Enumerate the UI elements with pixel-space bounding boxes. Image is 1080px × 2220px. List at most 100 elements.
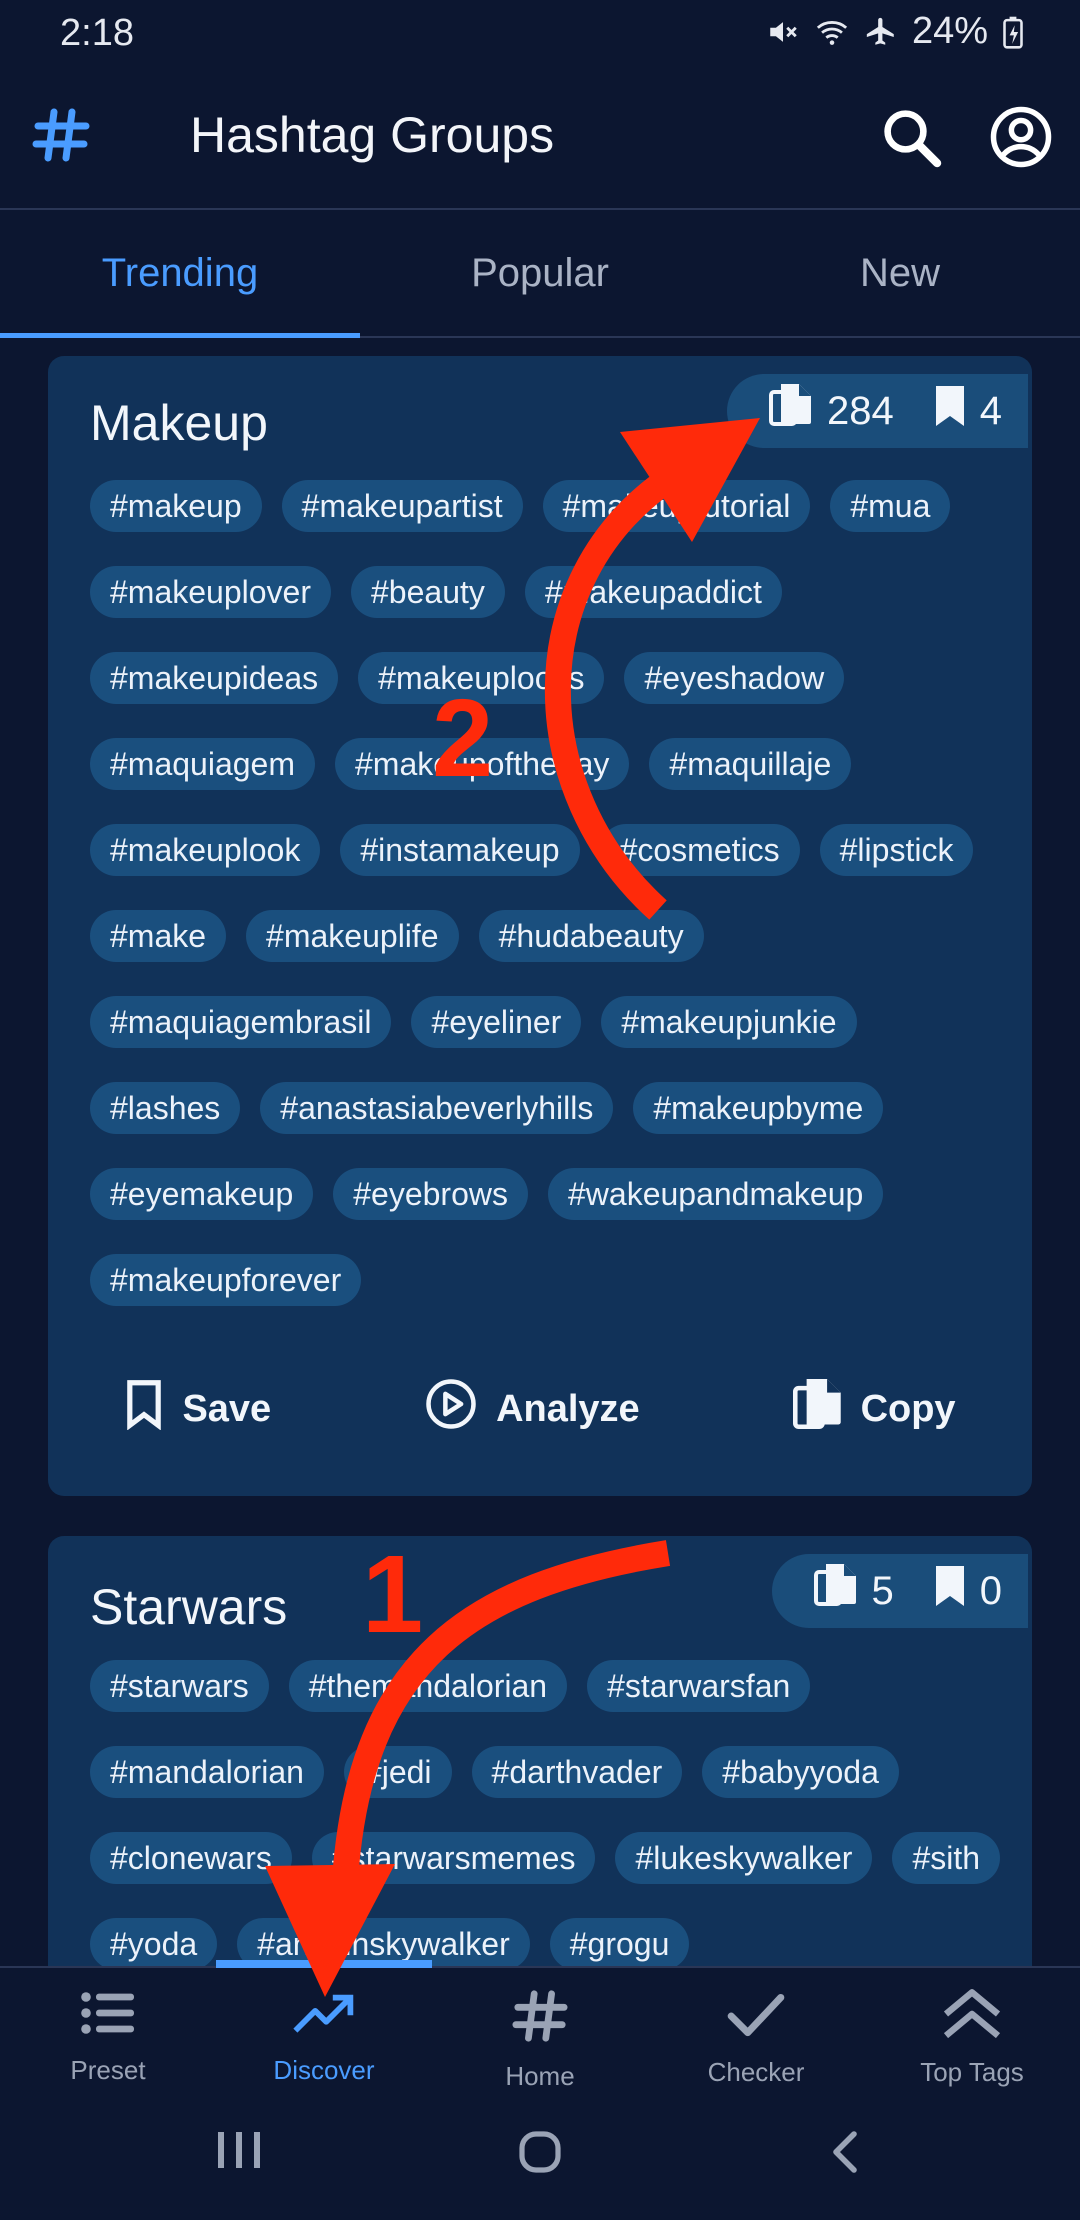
tab-popular[interactable]: Popular — [360, 210, 720, 336]
save-count: 0 — [979, 1568, 1002, 1613]
system-nav-bar — [0, 2090, 1080, 2220]
app-bar: Hashtag Groups — [0, 64, 1080, 210]
group-title: Makeup — [90, 395, 268, 451]
battery-icon — [1002, 15, 1024, 49]
play-circle-icon — [424, 1377, 478, 1441]
tab-new[interactable]: New — [720, 210, 1080, 336]
hashtag-chip[interactable]: #anakinskywalker — [237, 1918, 530, 1966]
hashtag-chip[interactable]: #wakeupandmakeup — [547, 1168, 884, 1220]
save-button[interactable]: Save — [124, 1378, 271, 1440]
recent-apps-icon[interactable] — [216, 2130, 262, 2175]
copy-count-icon — [813, 1562, 858, 1620]
bottom-nav: Preset Discover Home Checker Top Tags — [0, 1960, 1080, 2092]
group-list[interactable]: Makeup 284 4 #makeup #makeupartist #makeup… — [0, 338, 1080, 1966]
hashtag-chip[interactable]: #eyemakeup — [90, 1168, 314, 1220]
hashtag-chip[interactable]: #makeupforever — [90, 1254, 362, 1306]
hashtag-chip[interactable]: #makeupaddict — [524, 566, 782, 618]
copy-button[interactable]: Copy — [792, 1376, 956, 1442]
hashtag-chip[interactable]: #maquiagembrasil — [90, 996, 392, 1048]
tag-list: #makeup #makeupartist #makeuptutorial #mua #… — [90, 480, 1010, 1306]
copy-icon — [792, 1376, 843, 1442]
hashtag-chip[interactable]: #darthvader — [471, 1746, 683, 1798]
hashtag-chip[interactable]: #lukeskywalker — [615, 1832, 873, 1884]
hashtag-chip[interactable]: #jedi — [343, 1746, 452, 1798]
analyze-button[interactable]: Analyze — [424, 1377, 640, 1441]
mute-icon — [766, 15, 800, 49]
group-title: Starwars — [90, 1579, 288, 1635]
status-time: 2:18 — [60, 12, 134, 54]
nav-label: Home — [505, 2061, 575, 2091]
nav-label: Checker — [707, 2057, 805, 2087]
nav-top-tags[interactable]: Top Tags — [864, 1968, 1080, 2092]
hashtag-chip[interactable]: #lashes — [90, 1082, 241, 1134]
hashtag-chip[interactable]: #babyyoda — [702, 1746, 899, 1798]
hashtag-chip[interactable]: #makeuplooks — [358, 652, 605, 704]
group-stats: 284 4 — [727, 374, 1028, 448]
save-label: Save — [182, 1387, 272, 1430]
hashtag-chip[interactable]: #eyebrows — [333, 1168, 528, 1220]
hashtag-chip[interactable]: #grogu — [549, 1918, 690, 1966]
bookmark-count-icon — [934, 384, 966, 438]
hashtag-chip[interactable]: #make — [90, 910, 227, 962]
search-icon[interactable] — [878, 104, 944, 175]
hashtag-chip[interactable]: #makeupbyme — [633, 1082, 884, 1134]
copy-count-icon — [769, 382, 813, 440]
hashtag-chip[interactable]: #starwarsmemes — [311, 1832, 596, 1884]
nav-preset[interactable]: Preset — [0, 1968, 216, 2092]
hashtag-chip[interactable]: #sith — [892, 1832, 1001, 1884]
hashtag-chip[interactable]: #makeupoftheday — [335, 738, 630, 790]
hashtag-chip[interactable]: #makeupideas — [90, 652, 339, 704]
save-count: 4 — [979, 388, 1002, 433]
hashtag-chip[interactable]: #maquiagem — [90, 738, 315, 790]
nav-indicator — [216, 1960, 432, 1968]
card-actions: Save Analyze Copy — [48, 1376, 1032, 1442]
double-chevron-up-icon — [939, 1988, 1005, 2047]
home-icon[interactable] — [518, 2130, 562, 2179]
hashtag-chip[interactable]: #hudabeauty — [478, 910, 704, 962]
hashtag-chip[interactable]: #makeuplife — [246, 910, 459, 962]
hashtag-chip[interactable]: #beauty — [351, 566, 505, 618]
hashtag-chip[interactable]: #mandalorian — [90, 1746, 324, 1798]
hashtag-chip[interactable]: #makeuplook — [90, 824, 321, 876]
hashtag-chip[interactable]: #lipstick — [819, 824, 974, 876]
hashtag-chip[interactable]: #maquillaje — [649, 738, 852, 790]
bookmark-count-icon — [934, 1564, 966, 1618]
list-icon — [80, 1988, 136, 2045]
nav-discover[interactable]: Discover — [216, 1968, 432, 2092]
hashtag-chip[interactable]: #anastasiabeverlyhills — [260, 1082, 614, 1134]
airplane-icon — [864, 15, 898, 49]
nav-home[interactable]: Home — [432, 1968, 648, 2092]
account-icon[interactable] — [988, 104, 1054, 175]
tab-trending[interactable]: Trending — [0, 210, 360, 336]
hashtag-chip[interactable]: #themandalorian — [288, 1660, 568, 1712]
hashtag-chip[interactable]: #clonewars — [90, 1832, 292, 1884]
hashtag-chip[interactable]: #makeuplover — [90, 566, 331, 618]
hashtag-chip[interactable]: #starwarsfan — [587, 1660, 811, 1712]
group-stats: 5 0 — [771, 1554, 1028, 1628]
nav-label: Preset — [70, 2055, 146, 2085]
trending-up-icon — [291, 1988, 357, 2045]
copy-label: Copy — [860, 1387, 956, 1430]
back-icon[interactable] — [830, 2130, 860, 2179]
hashtag-chip[interactable]: #yoda — [90, 1918, 218, 1966]
analyze-label: Analyze — [496, 1387, 640, 1430]
nav-label: Top Tags — [920, 2057, 1024, 2087]
hashtag-chip[interactable]: #cosmetics — [599, 824, 800, 876]
hashtag-icon — [510, 1988, 570, 2051]
hashtag-chip[interactable]: #eyeshadow — [624, 652, 845, 704]
hashtag-chip[interactable]: #makeupartist — [281, 480, 523, 532]
hashtag-chip[interactable]: #makeuptutorial — [542, 480, 811, 532]
wifi-icon — [814, 15, 850, 49]
hashtag-chip[interactable]: #mua — [830, 480, 951, 532]
battery-text: 24% — [911, 10, 988, 52]
hashtag-chip[interactable]: #makeupjunkie — [601, 996, 857, 1048]
hashtag-chip[interactable]: #eyeliner — [411, 996, 582, 1048]
hashtag-chip[interactable]: #starwars — [90, 1660, 269, 1712]
nav-checker[interactable]: Checker — [648, 1968, 864, 2092]
page-title: Hashtag Groups — [190, 107, 555, 163]
hashtag-chip[interactable]: #makeup — [90, 480, 262, 532]
hashtag-chip[interactable]: #instamakeup — [340, 824, 580, 876]
copy-count: 5 — [871, 1568, 894, 1613]
check-icon — [725, 1988, 787, 2047]
status-bar: 2:18 24% — [0, 0, 1080, 64]
